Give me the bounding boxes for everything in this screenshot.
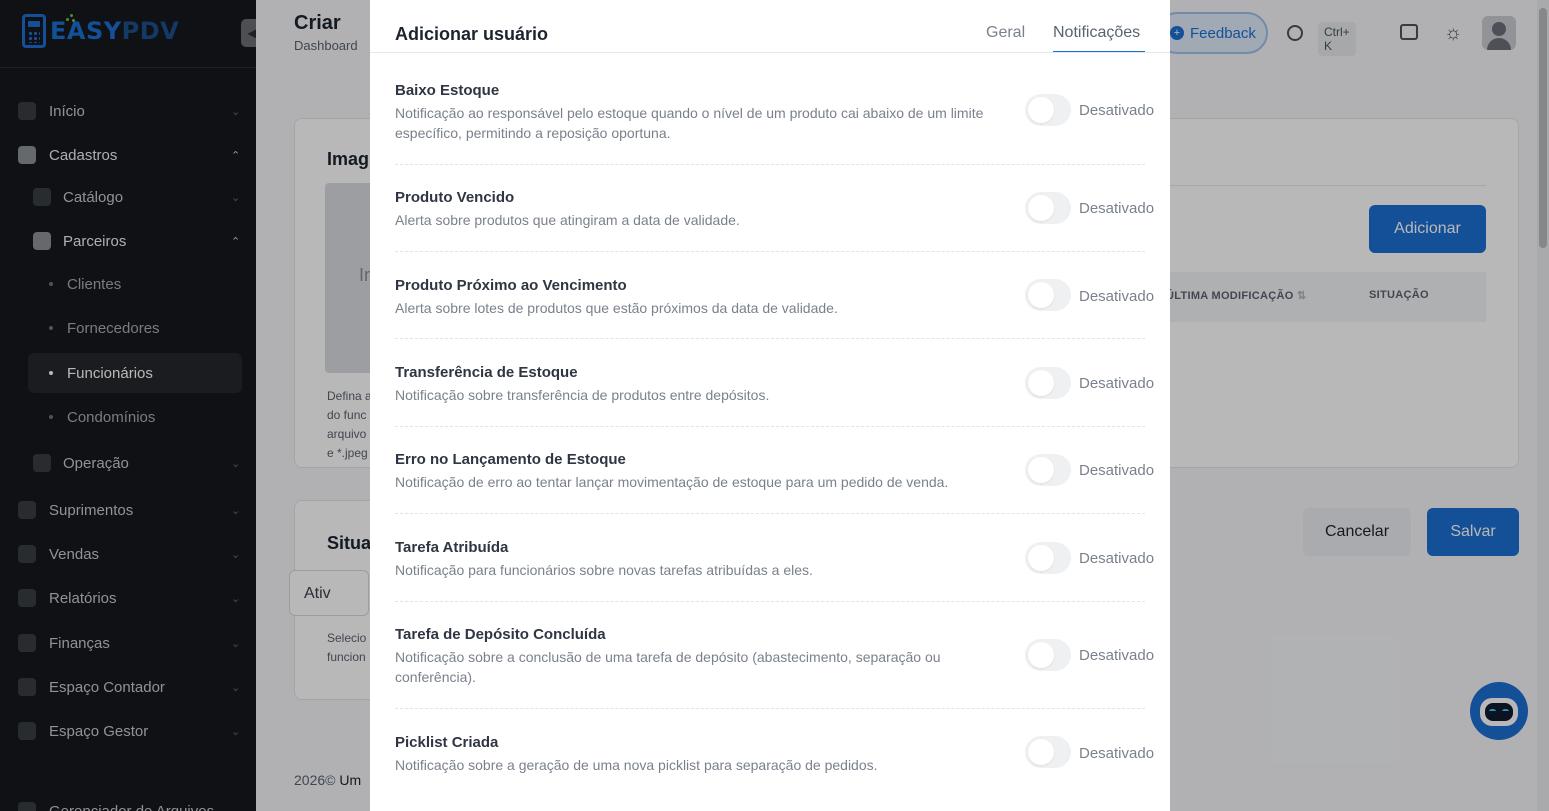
notification-title: Produto Próximo ao Vencimento [395,277,627,294]
notification-title: Tarefa Atribuída [395,539,509,556]
notification-toggle[interactable] [1025,454,1071,486]
toggle-state-label: Desativado [1079,647,1155,664]
notification-title: Tarefa de Depósito Concluída [395,626,606,643]
row-divider [395,513,1145,514]
notification-description: Notificação sobre transferência de produ… [395,387,770,403]
row-divider [395,426,1145,427]
row-divider [395,708,1145,709]
row-divider [395,251,1145,252]
notification-toggle[interactable] [1025,736,1071,768]
notification-title: Picklist Criada [395,734,499,751]
notification-title: Produto Vencido [395,189,515,206]
row-divider [395,601,1145,602]
notification-description: Notificação para funcionários sobre nova… [395,562,813,578]
notification-toggle[interactable] [1025,367,1071,399]
notification-toggle[interactable] [1025,94,1071,126]
toggle-state-label: Desativado [1079,745,1155,762]
notification-toggle[interactable] [1025,639,1071,671]
notification-toggle[interactable] [1025,542,1071,574]
notification-description: Alerta sobre lotes de produtos que estão… [395,300,838,316]
modal-title: Adicionar usuário [395,24,549,44]
notification-description: Notificação ao responsável pelo estoque … [395,105,984,141]
row-divider [395,338,1145,339]
toggle-state-label: Desativado [1079,200,1155,217]
toggle-state-label: Desativado [1079,288,1155,305]
toggle-state-label: Desativado [1079,550,1155,567]
tab-notificacoes[interactable]: Notificações [1053,24,1140,42]
row-divider [395,164,1145,165]
toggle-state-label: Desativado [1079,462,1155,479]
notification-toggle[interactable] [1025,192,1071,224]
notification-title: Transferência de Estoque [395,364,578,381]
notification-description: Notificação de erro ao tentar lançar mov… [395,474,949,490]
notification-toggle[interactable] [1025,279,1071,311]
notification-description: Alerta sobre produtos que atingiram a da… [395,212,740,228]
tab-geral[interactable]: Geral [986,24,1025,42]
notification-title: Baixo Estoque [395,82,500,99]
add-user-modal: Adicionar usuário Geral Notificações Bai… [370,0,1170,811]
toggle-state-label: Desativado [1079,102,1155,119]
notification-title: Erro no Lançamento de Estoque [395,451,626,468]
notification-description: Notificação sobre a geração de uma nova … [395,757,878,773]
modal-header-divider [370,52,1170,53]
toggle-state-label: Desativado [1079,375,1155,392]
notification-description: Notificação sobre a conclusão de uma tar… [395,649,941,685]
